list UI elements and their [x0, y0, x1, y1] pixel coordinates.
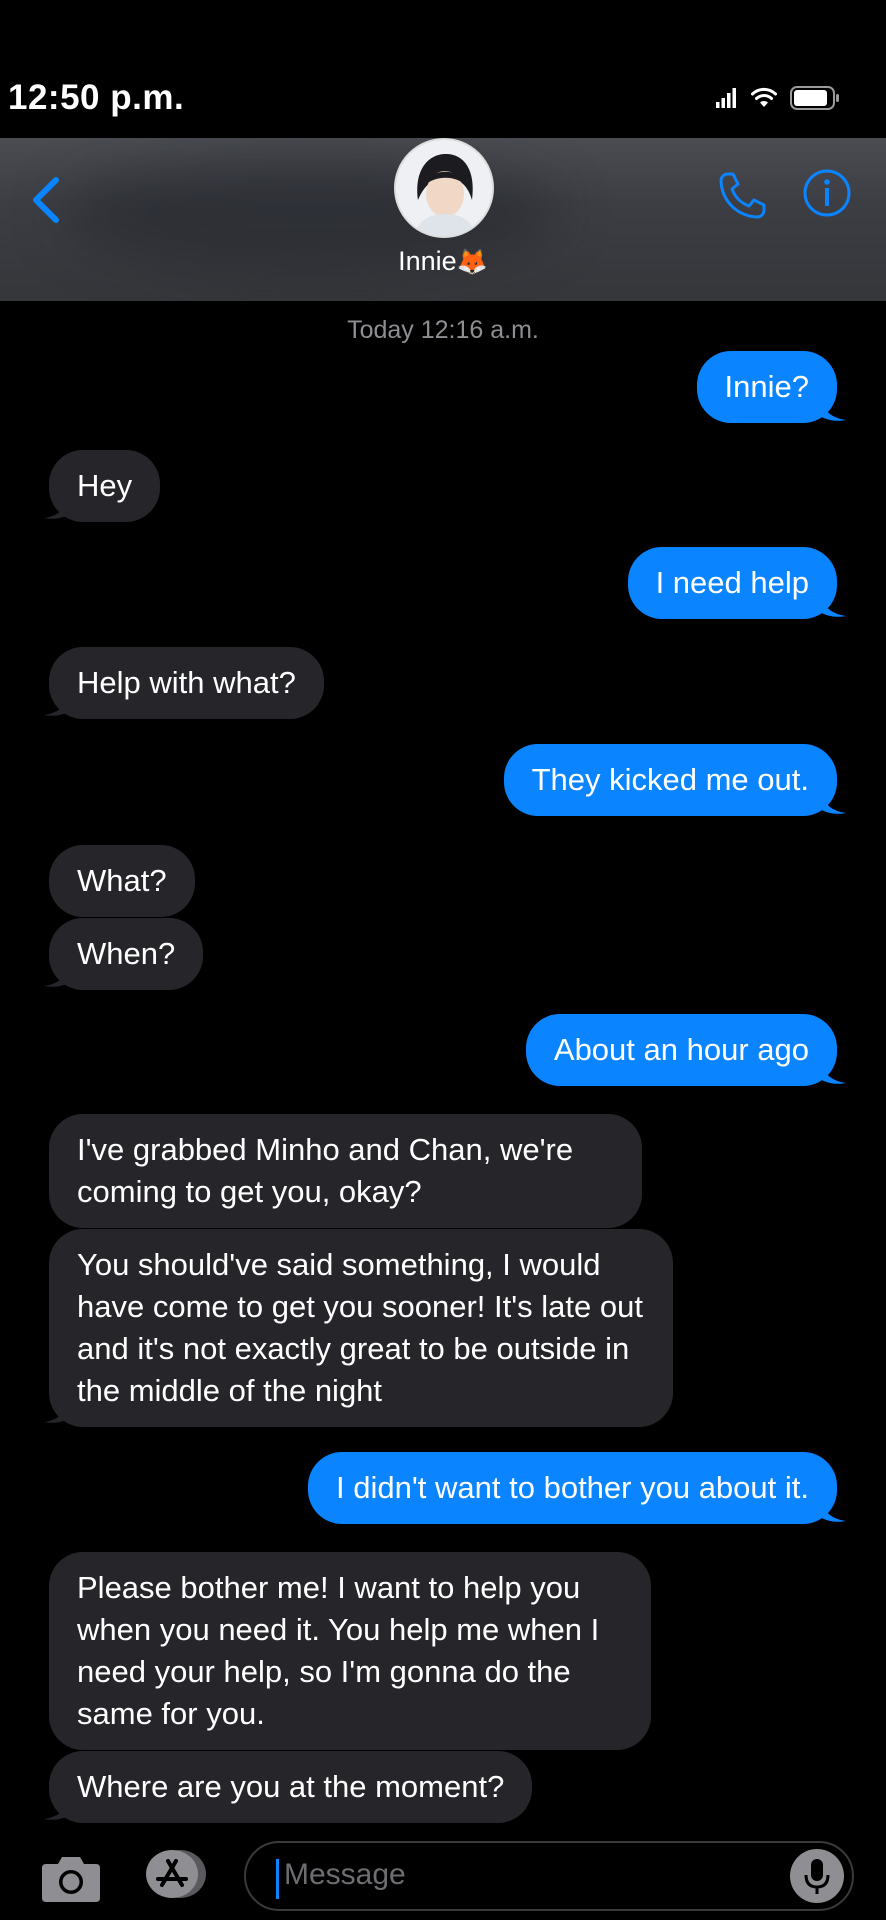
bubble-tail-incoming — [44, 687, 70, 716]
contact-avatar[interactable] — [394, 138, 494, 238]
bubble-tail-incoming — [44, 490, 70, 519]
incoming-message[interactable]: When? — [49, 918, 204, 990]
incoming-message[interactable]: Where are you at the moment? — [49, 1751, 533, 1823]
bubble-tail-outgoing — [820, 392, 846, 421]
incoming-message[interactable]: Help with what? — [49, 647, 324, 719]
outgoing-message[interactable]: About an hour ago — [525, 1014, 837, 1086]
back-chevron-icon[interactable] — [26, 166, 66, 226]
wifi-icon — [751, 87, 777, 107]
cellular-signal-icon — [716, 88, 736, 108]
microphone-button[interactable] — [790, 1849, 844, 1903]
bubble-tail-outgoing — [820, 588, 846, 617]
microphone-icon — [804, 1859, 830, 1894]
outgoing-message[interactable]: They kicked me out. — [503, 744, 837, 816]
message-input[interactable]: Message — [244, 1841, 854, 1911]
camera-icon[interactable] — [40, 1852, 102, 1904]
incoming-message[interactable]: What? — [49, 845, 195, 917]
outgoing-message[interactable]: Innie? — [696, 351, 837, 423]
outgoing-message[interactable]: I didn't want to bother you about it. — [308, 1452, 837, 1524]
composer-bar: Message — [0, 1832, 886, 1920]
bubble-tail-outgoing — [820, 1493, 846, 1522]
thread-timestamp: Today 12:16 a.m. — [347, 316, 539, 344]
bubble-tail-outgoing — [820, 785, 846, 814]
status-bar: 12:50 p.m. — [0, 0, 886, 138]
status-time: 12:50 p.m. — [8, 78, 185, 117]
status-icons — [716, 86, 840, 110]
fox-emoji: 🦊 — [456, 248, 488, 276]
contact-name-text: Innie — [398, 246, 457, 276]
avatar-portrait-icon — [396, 140, 492, 236]
info-icon[interactable] — [802, 168, 852, 218]
text-caret — [276, 1859, 279, 1899]
contact-name[interactable]: Innie🦊 — [0, 246, 886, 277]
battery-icon — [790, 86, 839, 110]
bubble-tail-incoming — [44, 958, 70, 987]
conversation-header: Innie🦊 — [0, 138, 886, 301]
bubble-tail-incoming — [44, 1394, 70, 1423]
app-store-icon[interactable] — [140, 1849, 212, 1899]
outgoing-message[interactable]: I need help — [627, 547, 837, 619]
phone-call-icon[interactable] — [716, 168, 770, 222]
bubble-tail-incoming — [44, 1791, 70, 1820]
incoming-message[interactable]: You should've said something, I would ha… — [49, 1229, 673, 1427]
message-placeholder: Message — [284, 1858, 406, 1891]
incoming-message[interactable]: Please bother me! I want to help you whe… — [49, 1552, 651, 1750]
bubble-tail-outgoing — [820, 1055, 846, 1084]
incoming-message[interactable]: I've grabbed Minho and Chan, we're comin… — [49, 1114, 642, 1228]
